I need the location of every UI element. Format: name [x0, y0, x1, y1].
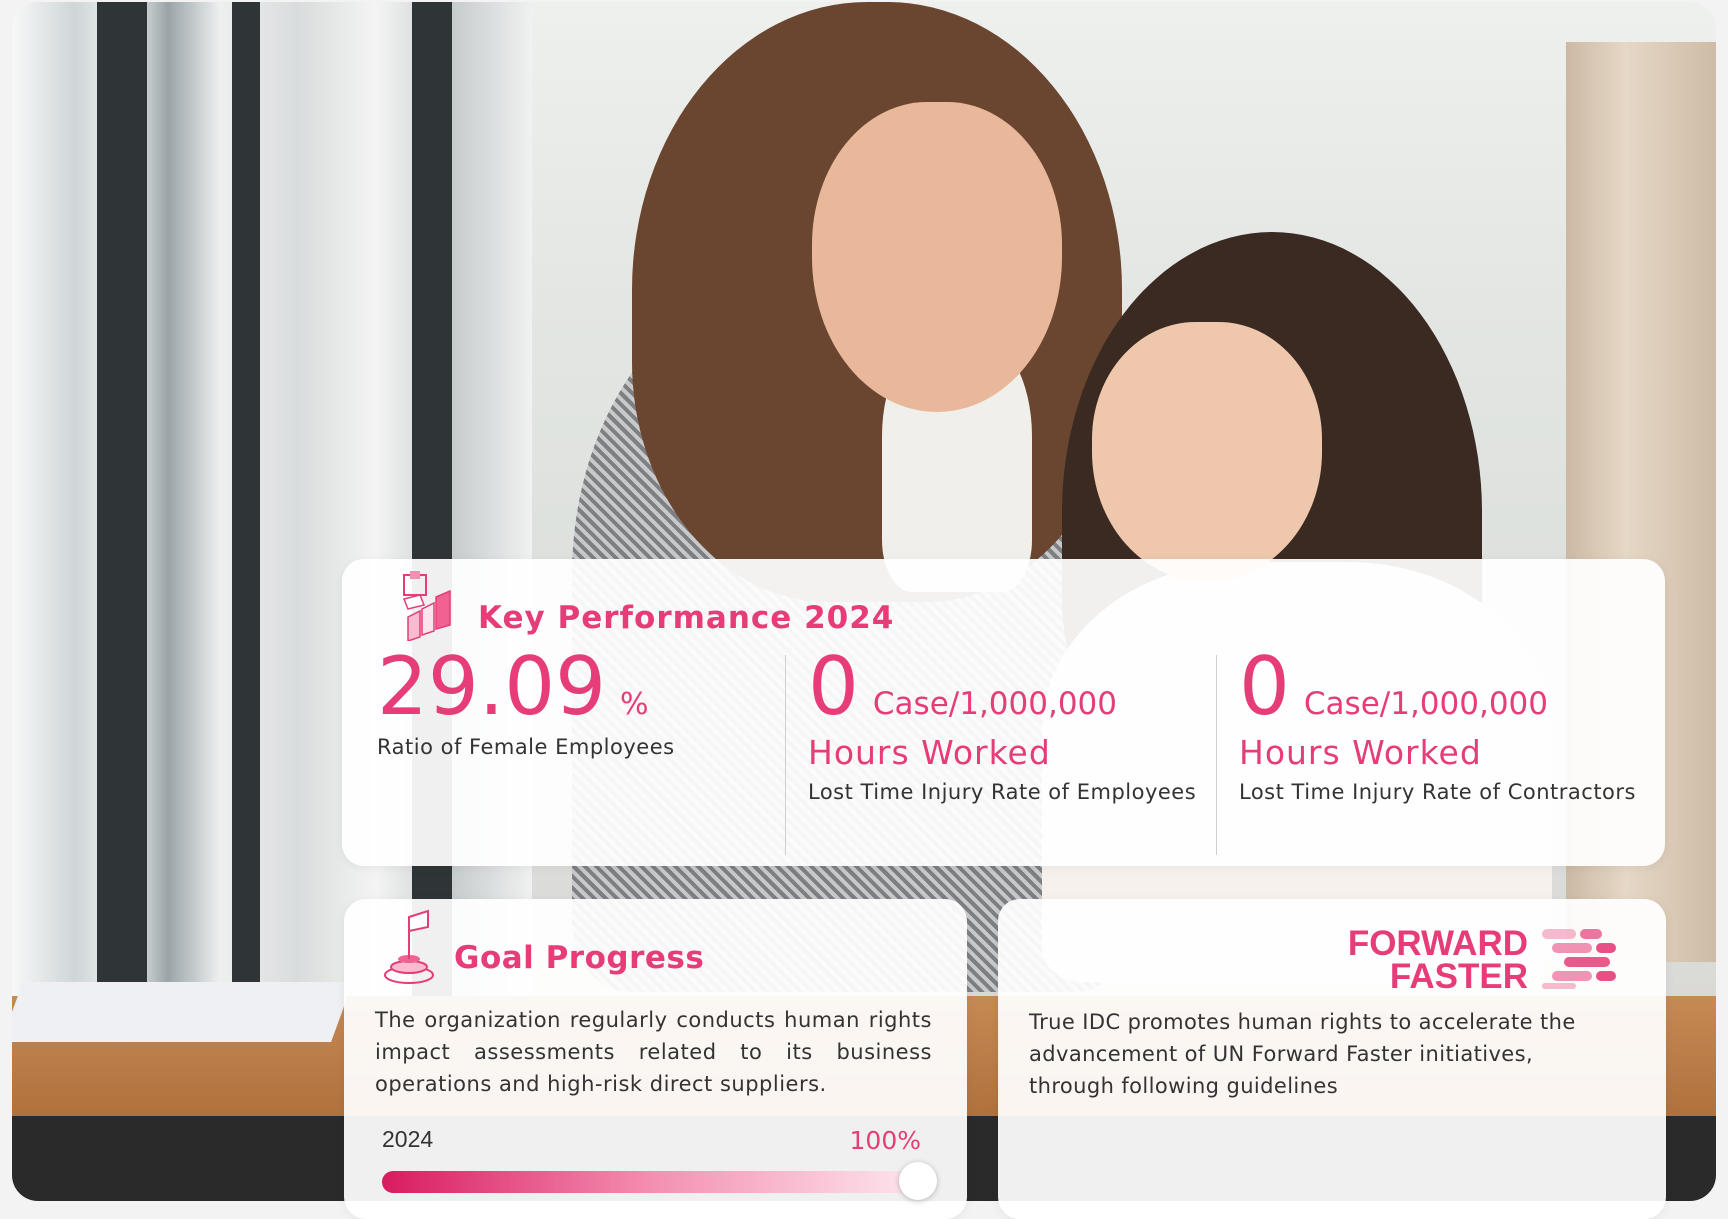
forward-faster-wordmark: FORWARD FASTER — [1347, 924, 1528, 996]
goal-progress-card: Goal Progress The organization regularly… — [344, 899, 967, 1219]
goal-progress-percent: 100% — [849, 1126, 921, 1155]
forward-arrows-icon — [1542, 927, 1620, 993]
kpi-unit: Case/1,000,000 — [1303, 686, 1548, 722]
forward-faster-logo: FORWARD FASTER — [1347, 924, 1620, 996]
goal-progress-track — [382, 1162, 937, 1200]
forward-faster-card: FORWARD FASTER True IDC promotes human r… — [998, 899, 1666, 1219]
goal-progress-title: Goal Progress — [454, 940, 705, 976]
kpi-unit: % — [620, 687, 649, 722]
flag-target-icon — [382, 909, 436, 989]
goal-progress-handle — [899, 1162, 937, 1200]
kpi-unit-line2: Hours Worked — [808, 733, 1051, 772]
forward-faster-description: True IDC promotes human rights to accele… — [1029, 1010, 1576, 1098]
chart-blocks-icon — [400, 569, 458, 645]
key-performance-card: Key Performance 2024 29.09% Ratio of Fem… — [342, 559, 1665, 866]
kpi-caption: Lost Time Injury Rate of Employees — [808, 780, 1197, 804]
kpi-caption: Ratio of Female Employees — [377, 735, 675, 759]
key-performance-header: Key Performance 2024 — [400, 569, 894, 645]
kpi-value: 0 — [808, 640, 859, 733]
kpi-metric: 0 Case/1,000,000 Hours Worked Lost Time I… — [808, 647, 1228, 805]
background-pillar — [232, 2, 260, 1002]
goal-progress-fill — [382, 1171, 922, 1193]
kpi-unit: Case/1,000,000 — [872, 686, 1117, 722]
kpi-metric: 29.09% Ratio of Female Employees — [377, 647, 757, 760]
kpi-caption: Lost Time Injury Rate of Contractors — [1239, 780, 1636, 804]
forward-faster-line2: FASTER — [1389, 957, 1528, 996]
goal-progress-description: The organization regularly conducts huma… — [375, 1008, 932, 1096]
kpi-value: 0 — [1239, 640, 1290, 733]
photo-person-face — [812, 102, 1062, 412]
forward-faster-line1: FORWARD — [1347, 924, 1528, 963]
kpi-divider — [785, 655, 786, 855]
kpi-metric: 0 Case/1,000,000 Hours Worked Lost Time I… — [1239, 647, 1659, 805]
photo-person-face — [1092, 322, 1322, 582]
goal-progress-year: 2024 — [382, 1126, 434, 1152]
goal-progress-header: Goal Progress — [382, 909, 704, 989]
kpi-divider — [1216, 655, 1217, 855]
key-performance-title: Key Performance 2024 — [478, 600, 895, 636]
background-papers — [12, 982, 353, 1042]
kpi-value: 29.09 — [377, 640, 607, 733]
background-pillar — [97, 2, 147, 1002]
kpi-unit-line2: Hours Worked — [1239, 733, 1482, 772]
